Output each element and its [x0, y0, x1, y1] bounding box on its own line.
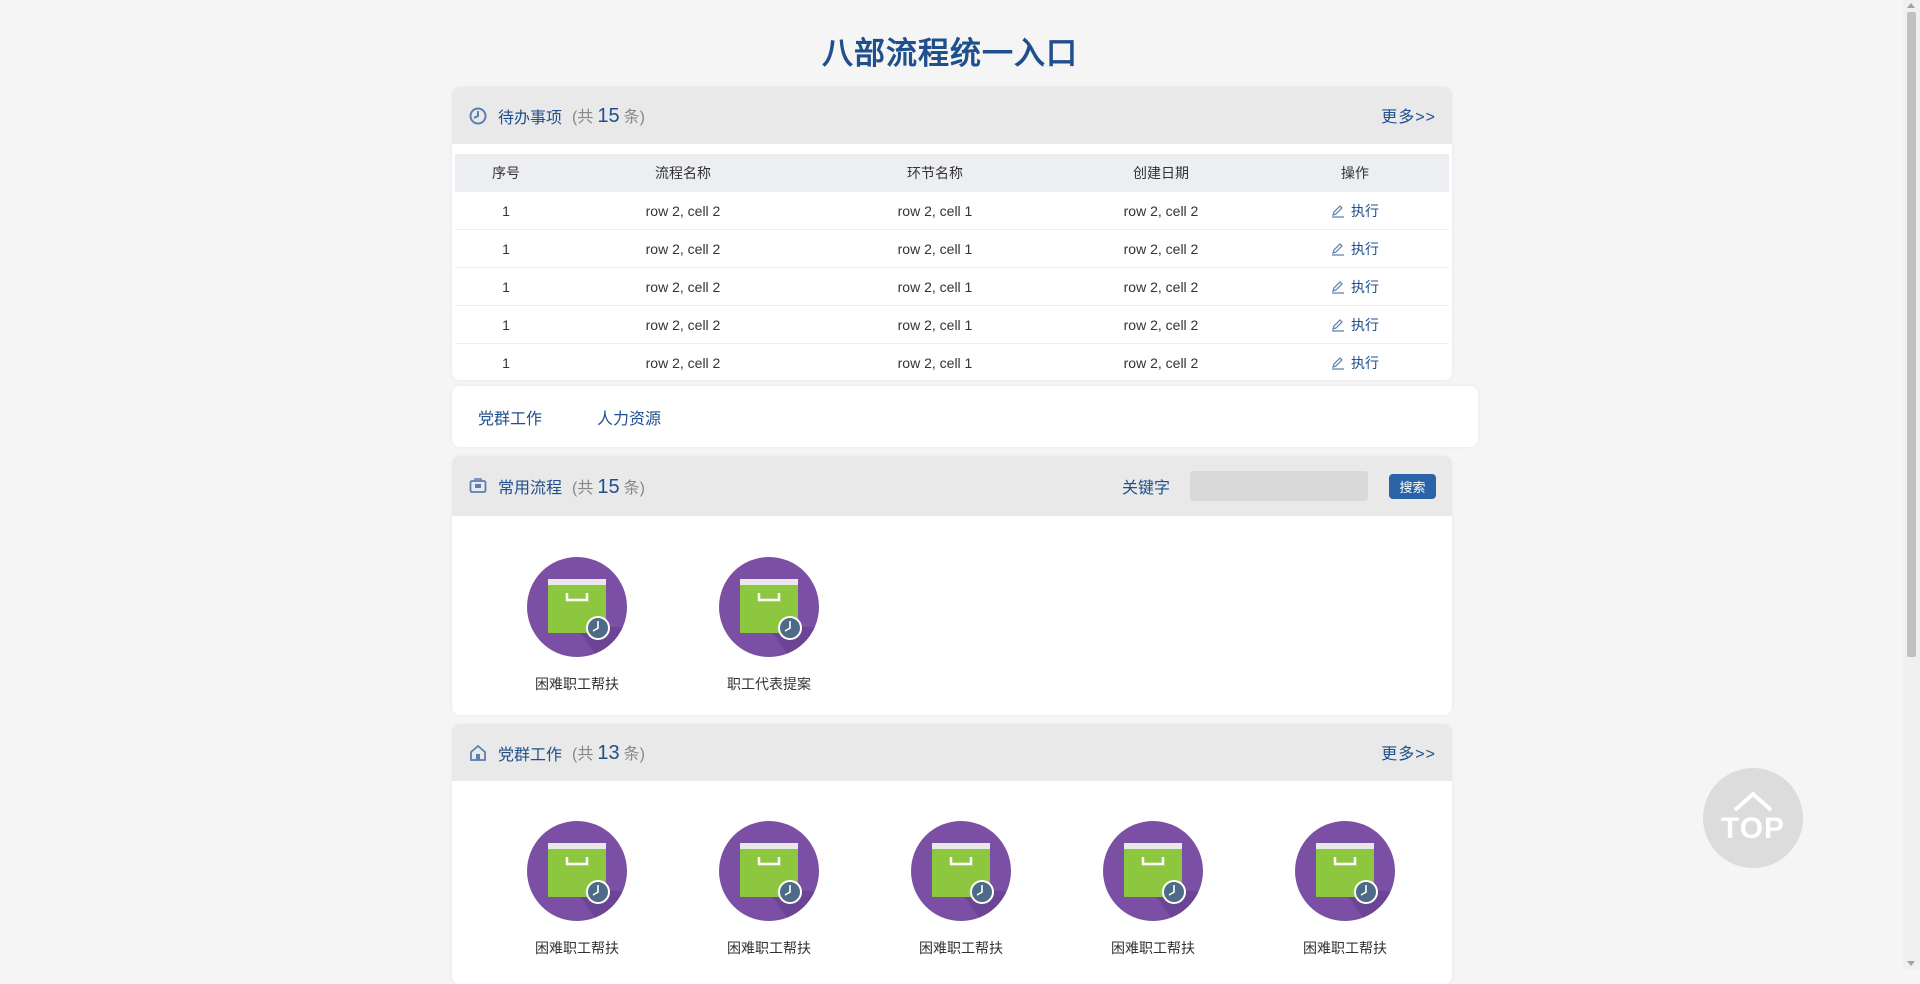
keyword-label: 关键字	[1122, 480, 1171, 497]
app-name: 困难职工帮扶	[919, 940, 1003, 956]
category-tabs: 党群工作 人力资源	[452, 386, 1478, 447]
cell-date: row 2, cell 2	[1061, 305, 1261, 344]
app-item[interactable]: 困难职工帮扶	[1093, 821, 1213, 958]
shopping-bag-clock-icon	[911, 821, 1011, 921]
execute-link[interactable]: 执行	[1331, 239, 1379, 259]
shopping-bag-clock-icon	[719, 557, 819, 657]
cell-process: row 2, cell 2	[557, 305, 809, 344]
todo-count: (共 15 条)	[572, 105, 645, 127]
cell-process: row 2, cell 2	[557, 267, 809, 306]
party-panel-header: 党群工作 (共 13 条) 更多>>	[452, 724, 1452, 781]
shopping-bag-clock-icon	[1103, 821, 1203, 921]
cell-date: row 2, cell 2	[1061, 229, 1261, 268]
execute-link[interactable]: 执行	[1331, 277, 1379, 297]
cell-date: row 2, cell 2	[1061, 343, 1261, 380]
party-work-panel: 党群工作 (共13条) 更多>> 困难职工帮扶 困难职工帮扶 困难职工帮扶	[452, 724, 1452, 984]
app-name: 困难职工帮扶	[727, 940, 811, 956]
cell-process: row 2, cell 2	[557, 229, 809, 268]
todo-panel-header: 待办事项 (共 15 条) 更多>>	[452, 87, 1452, 144]
briefcase-icon	[468, 476, 488, 496]
col-header-no: 序号	[455, 154, 557, 192]
clock-icon	[468, 106, 488, 126]
app-name: 困难职工帮扶	[535, 676, 619, 692]
tab-party-work[interactable]: 党群工作	[478, 405, 542, 429]
top-label: TOP	[1720, 812, 1786, 845]
party-title: 党群工作	[498, 746, 563, 764]
execute-link[interactable]: 执行	[1331, 201, 1379, 221]
edit-icon	[1332, 204, 1344, 218]
table-header-row: 序号 流程名称 环节名称 创建日期 操作	[455, 154, 1449, 192]
home-icon	[468, 743, 488, 763]
back-to-top-button[interactable]: TOP	[1703, 768, 1803, 868]
col-header-action: 操作	[1261, 154, 1449, 192]
todo-more-link[interactable]: 更多>>	[1381, 103, 1436, 127]
party-more-link[interactable]: 更多>>	[1381, 740, 1436, 764]
scroll-down-arrow-icon[interactable]	[1907, 961, 1915, 966]
app-item[interactable]: 困难职工帮扶	[1285, 821, 1405, 958]
common-panel: 常用流程 (共 15 条) 关键字 搜索 困难职工帮扶 职工代表提案	[452, 456, 1452, 715]
cell-step: row 2, cell 1	[809, 305, 1061, 344]
execute-link[interactable]: 执行	[1331, 315, 1379, 335]
cell-process: row 2, cell 2	[557, 192, 809, 230]
edit-icon	[1332, 280, 1344, 294]
edit-icon	[1332, 318, 1344, 332]
app-item[interactable]: 困难职工帮扶	[901, 821, 1021, 958]
common-panel-header: 常用流程 (共 15 条) 关键字 搜索	[452, 456, 1452, 516]
todo-title: 待办事项	[498, 109, 563, 127]
scroll-up-arrow-icon[interactable]	[1907, 3, 1915, 8]
page-title: 八部流程统一入口	[822, 36, 1078, 71]
cell-step: row 2, cell 1	[809, 229, 1061, 268]
table-row: 1 row 2, cell 2 row 2, cell 1 row 2, cel…	[455, 229, 1449, 268]
table-row: 1 row 2, cell 2 row 2, cell 1 row 2, cel…	[455, 267, 1449, 306]
todo-table: 序号 流程名称 环节名称 创建日期 操作 1 row 2, cell 2 row…	[455, 154, 1449, 380]
table-row: 1 row 2, cell 2 row 2, cell 1 row 2, cel…	[455, 343, 1449, 380]
cell-date: row 2, cell 2	[1061, 267, 1261, 306]
tab-human-resources[interactable]: 人力资源	[597, 405, 661, 429]
common-title: 常用流程	[498, 480, 563, 497]
app-item[interactable]: 职工代表提案	[709, 557, 829, 694]
common-count: (共 15 条)	[572, 475, 645, 498]
app-item[interactable]: 困难职工帮扶	[709, 821, 829, 958]
todo-panel: 待办事项 (共 15 条) 更多>> 序号 流程名称 环节名称 创建日期 操作 1 …	[452, 87, 1452, 380]
execute-link[interactable]: 执行	[1331, 353, 1379, 373]
vertical-scrollbar[interactable]	[1903, 0, 1920, 969]
app-item[interactable]: 困难职工帮扶	[517, 821, 637, 958]
cell-no: 1	[455, 305, 557, 344]
cell-date: row 2, cell 2	[1061, 192, 1261, 230]
keyword-search-input[interactable]	[1190, 471, 1368, 501]
col-header-date: 创建日期	[1061, 154, 1261, 192]
app-name: 困难职工帮扶	[535, 940, 619, 956]
shopping-bag-clock-icon	[1295, 821, 1395, 921]
search-button[interactable]: 搜索	[1389, 474, 1436, 499]
app-name: 职工代表提案	[727, 676, 811, 692]
party-count: (共 13 条)	[572, 742, 645, 764]
table-row: 1 row 2, cell 2 row 2, cell 1 row 2, cel…	[455, 305, 1449, 344]
col-header-process: 流程名称	[557, 154, 809, 192]
cell-no: 1	[455, 343, 557, 380]
app-name: 困难职工帮扶	[1111, 940, 1195, 956]
cell-no: 1	[455, 267, 557, 306]
cell-no: 1	[455, 229, 557, 268]
app-name: 困难职工帮扶	[1303, 940, 1387, 956]
app-item[interactable]: 困难职工帮扶	[517, 557, 637, 694]
edit-icon	[1332, 356, 1344, 370]
cell-step: row 2, cell 1	[809, 267, 1061, 306]
cell-process: row 2, cell 2	[557, 343, 809, 380]
shopping-bag-clock-icon	[527, 821, 627, 921]
cell-step: row 2, cell 1	[809, 343, 1061, 380]
col-header-step: 环节名称	[809, 154, 1061, 192]
shopping-bag-clock-icon	[527, 557, 627, 657]
scrollbar-thumb[interactable]	[1907, 12, 1916, 657]
cell-no: 1	[455, 192, 557, 230]
table-row: 1 row 2, cell 2 row 2, cell 1 row 2, cel…	[455, 192, 1449, 230]
shopping-bag-clock-icon	[719, 821, 819, 921]
edit-icon	[1332, 242, 1344, 256]
cell-step: row 2, cell 1	[809, 192, 1061, 230]
